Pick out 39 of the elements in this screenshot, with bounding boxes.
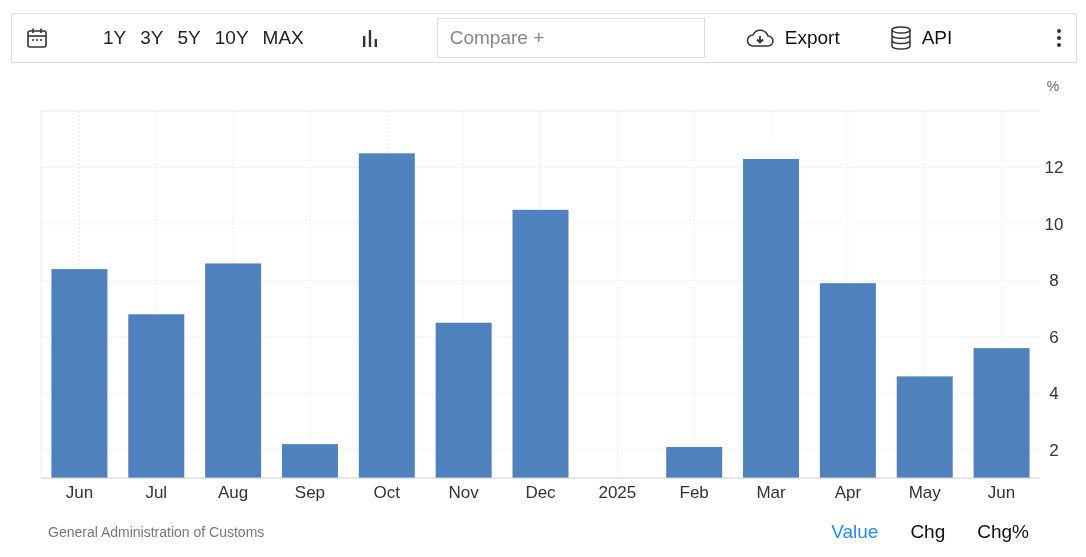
- x-axis-label: 2025: [598, 483, 637, 502]
- x-axis-label: Jul: [145, 483, 168, 502]
- y-axis-label: 4: [1049, 384, 1059, 404]
- unit-label: %: [1046, 78, 1060, 94]
- y-axis-label: 10: [1044, 214, 1064, 234]
- y-axis-label: 12: [1044, 158, 1064, 178]
- database-icon: [889, 26, 912, 50]
- view-tab[interactable]: Chg: [903, 521, 953, 543]
- range-tab[interactable]: 10Y: [209, 25, 254, 51]
- range-tab[interactable]: 1Y: [98, 25, 132, 51]
- x-axis-label: Aug: [218, 483, 249, 502]
- source-text: General Administration of Customs: [48, 524, 265, 540]
- y-axis-label: 6: [1049, 327, 1059, 347]
- more-options-icon[interactable]: [1056, 28, 1062, 48]
- api-button[interactable]: API: [889, 26, 953, 50]
- bar: [281, 444, 338, 478]
- x-axis-label: Jun: [65, 483, 94, 502]
- cloud-download-icon: [744, 28, 775, 48]
- y-axis-label: 8: [1049, 271, 1059, 291]
- x-axis-label: Nov: [448, 483, 479, 502]
- view-tab[interactable]: Value: [824, 521, 886, 543]
- export-button[interactable]: Export: [744, 27, 840, 49]
- x-axis-label: Apr: [834, 483, 862, 502]
- y-axis-label: 2: [1049, 440, 1059, 460]
- compare-field[interactable]: Compare +: [436, 18, 705, 58]
- x-axis-label: Mar: [756, 483, 786, 502]
- range-tab[interactable]: MAX: [257, 25, 309, 51]
- bar-chart-icon[interactable]: [360, 29, 379, 47]
- x-axis-label: Sep: [294, 483, 326, 502]
- calendar-icon[interactable]: [26, 27, 48, 49]
- range-tab[interactable]: 5Y: [172, 25, 206, 51]
- x-axis-label: Feb: [679, 483, 709, 502]
- x-axis-label: Jun: [987, 483, 1016, 502]
- view-tab[interactable]: Chg%: [970, 521, 1036, 543]
- range-tab[interactable]: 3Y: [135, 25, 169, 51]
- x-axis-label: May: [908, 483, 941, 502]
- x-axis-label: Oct: [373, 483, 401, 502]
- bar: [666, 446, 723, 478]
- x-axis-label: Dec: [525, 483, 556, 502]
